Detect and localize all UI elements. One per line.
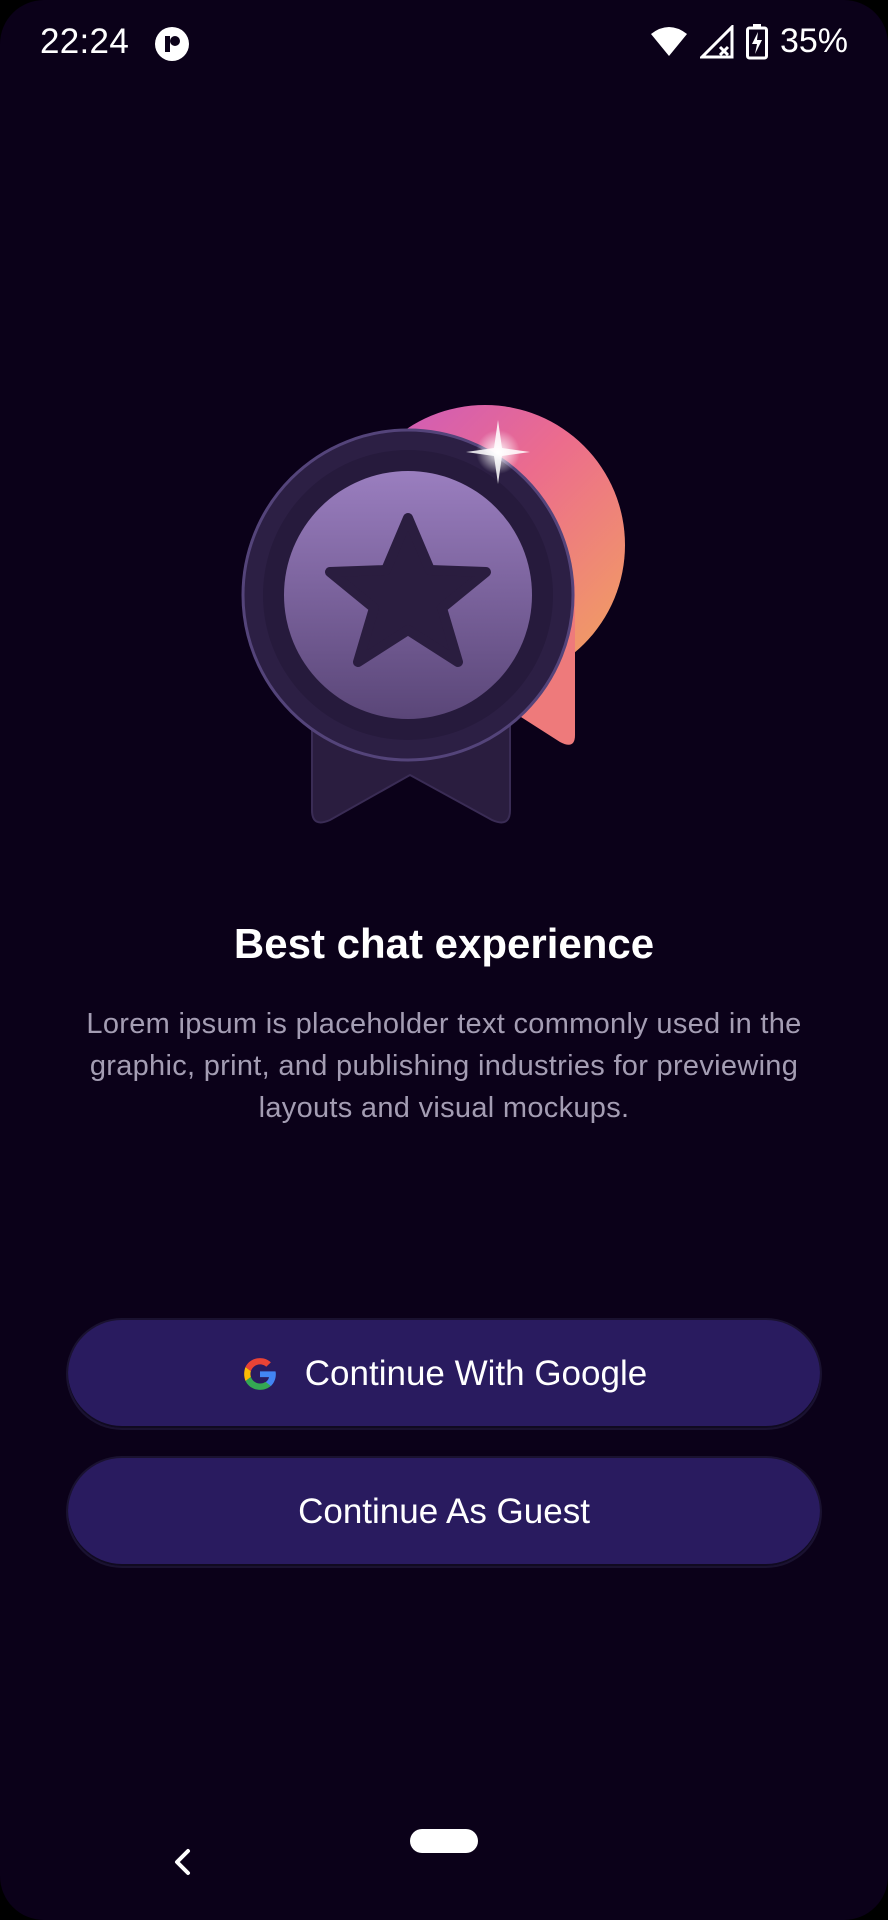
onboarding-title: Best chat experience — [233, 920, 655, 967]
status-time: 22:24 — [40, 22, 130, 61]
continue-as-guest-label: Continue As Guest — [298, 1492, 590, 1531]
medal-star-icon — [241, 405, 625, 824]
wifi-icon — [650, 26, 687, 56]
continue-with-google-button[interactable]: Continue With Google — [68, 1320, 820, 1428]
continue-as-guest-button[interactable]: Continue As Guest — [68, 1458, 820, 1566]
home-pill-icon[interactable] — [410, 1829, 478, 1853]
onboarding-description: Lorem ipsum is placeholder text commonly… — [86, 1008, 802, 1124]
status-bar: 22:24 35% — [0, 0, 888, 90]
status-icons: 35% — [650, 22, 848, 61]
continue-with-google-label: Continue With Google — [304, 1354, 648, 1393]
signal-icon — [699, 24, 734, 58]
google-icon — [243, 1358, 276, 1390]
back-icon[interactable] — [168, 1843, 196, 1881]
battery-percent: 35% — [779, 22, 848, 60]
onboarding-screen: 22:24 35% Best chat experience Lorem ips… — [0, 0, 888, 1920]
app-indicator-icon — [155, 27, 189, 61]
battery-charging-icon — [745, 23, 768, 59]
